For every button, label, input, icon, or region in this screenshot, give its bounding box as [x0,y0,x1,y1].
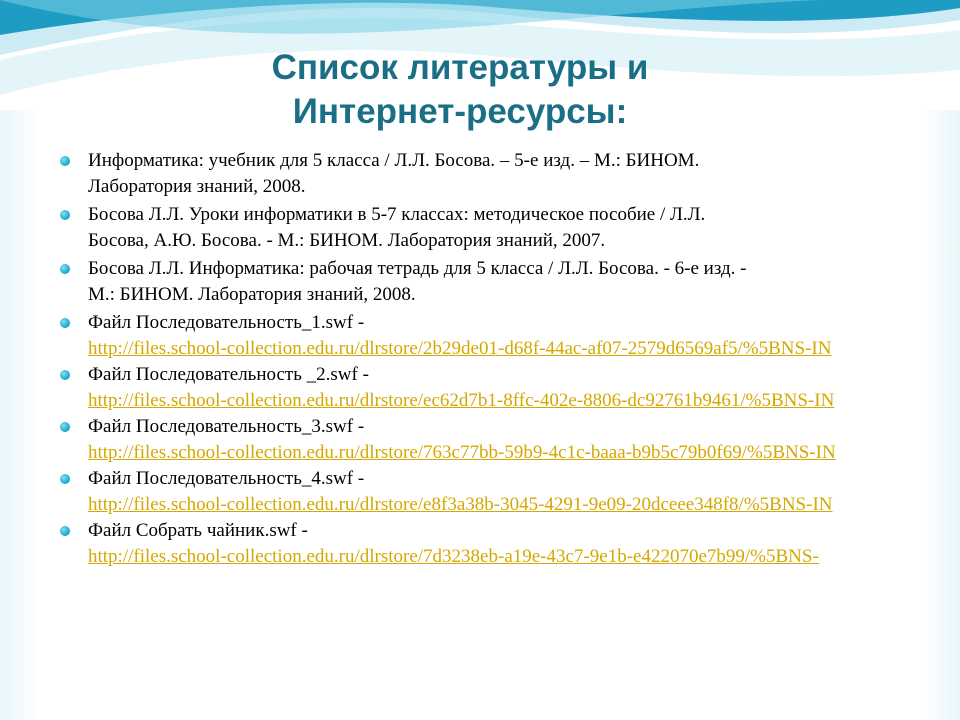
resource-label: Файл Последовательность_3.swf - [88,416,365,437]
slide-title: Список литературы и Интернет-ресурсы: [150,46,770,134]
resource-link[interactable]: http://files.school-collection.edu.ru/dl… [88,336,960,362]
bullet-icon [60,156,70,166]
resource-item: Файл Последовательность _2.swf - http://… [58,362,960,414]
reference-list: Информатика: учебник для 5 класса / Л.Л.… [58,148,960,570]
bullet-icon [60,370,70,380]
reference-text-line: Босова Л.Л. Информатика: рабочая тетрадь… [88,258,747,279]
resource-link[interactable]: http://files.school-collection.edu.ru/dl… [88,492,960,518]
reference-item: Информатика: учебник для 5 класса / Л.Л.… [58,148,960,200]
resource-link[interactable]: http://files.school-collection.edu.ru/dl… [88,544,960,570]
reference-item: Босова Л.Л. Информатика: рабочая тетрадь… [58,256,960,308]
resource-item: Файл Последовательность_4.swf - http://f… [58,466,960,518]
bullet-icon [60,264,70,274]
bullet-icon [60,526,70,536]
bullet-icon [60,318,70,328]
resource-label: Файл Собрать чайник.swf - [88,520,308,541]
resource-label: Файл Последовательность _2.swf - [88,364,369,385]
resource-item: Файл Собрать чайник.swf - http://files.s… [58,518,960,570]
title-line-2: Интернет-ресурсы: [292,92,628,131]
reference-text-line: Босова Л.Л. Уроки информатики в 5-7 клас… [88,204,706,225]
title-line-1: Список литературы и [271,48,649,87]
resource-link[interactable]: http://files.school-collection.edu.ru/dl… [88,388,960,414]
resource-item: Файл Последовательность_1.swf - http://f… [58,310,960,362]
resource-link[interactable]: http://files.school-collection.edu.ru/dl… [88,440,960,466]
bullet-icon [60,210,70,220]
resource-item: Файл Последовательность_3.swf - http://f… [58,414,960,466]
reference-text-line: Лаборатория знаний, 2008. [88,176,306,197]
bullet-icon [60,474,70,484]
resource-label: Файл Последовательность_1.swf - [88,312,365,333]
bullet-icon [60,422,70,432]
reference-item: Босова Л.Л. Уроки информатики в 5-7 клас… [58,202,960,254]
reference-text-line: Информатика: учебник для 5 класса / Л.Л.… [88,150,700,171]
resource-label: Файл Последовательность_4.swf - [88,468,365,489]
slide: Список литературы и Интернет-ресурсы: Ин… [0,0,960,720]
reference-text-line: Босова, А.Ю. Босова. - М.: БИНОМ. Лабора… [88,230,606,251]
reference-text-line: М.: БИНОМ. Лаборатория знаний, 2008. [88,284,416,305]
